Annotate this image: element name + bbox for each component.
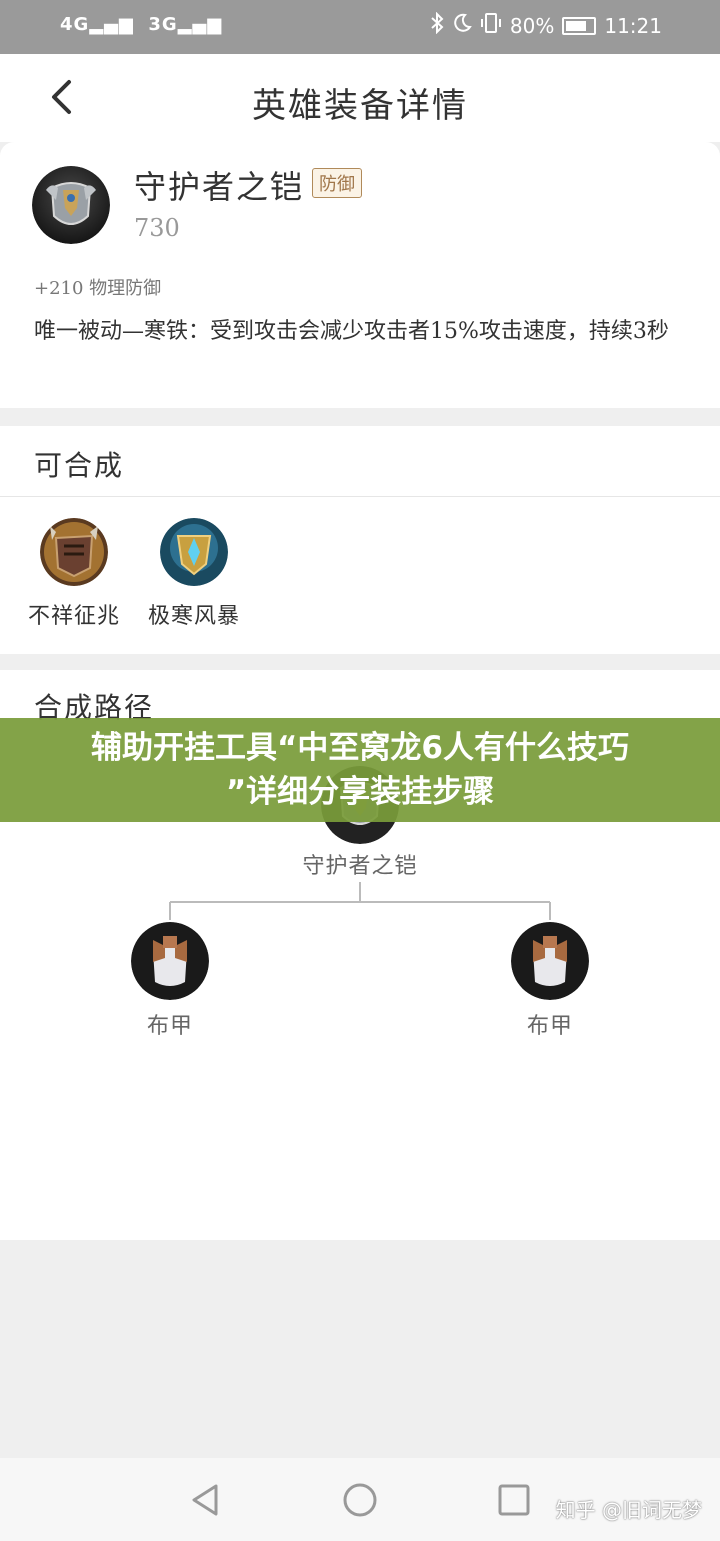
ominous-armor-icon — [40, 518, 108, 586]
path-child-label-1: 布甲 — [146, 1014, 193, 1039]
system-nav-bar: 知乎 @旧词无梦 — [0, 1458, 720, 1541]
item-description: 唯一被动—寒铁：受到攻击会减少攻击者15%攻击速度，持续3秒 — [34, 319, 669, 344]
armor-icon — [32, 166, 110, 244]
nav-recents-button[interactable] — [494, 1480, 534, 1520]
item-category-tag: 防御 — [312, 168, 362, 198]
signal-3g: 3G — [148, 14, 178, 35]
path-child-node-2[interactable] — [511, 922, 589, 1000]
app-header: 英雄装备详情 — [0, 54, 720, 142]
item-avatar — [32, 166, 110, 244]
bluetooth-icon — [430, 11, 444, 39]
synthesis-section: 可合成 不祥征兆 极寒风暴 — [0, 426, 720, 654]
cloth-armor-icon — [131, 922, 209, 1000]
synthesis-divider — [0, 496, 720, 497]
battery-percent: 80% — [509, 13, 555, 38]
item-price: 730 — [134, 214, 180, 242]
synth-item-buxiangzhengzhao[interactable]: 不祥征兆 — [19, 518, 129, 630]
overlay-title-banner: 辅助开挂工具“中至窝龙6人有什么技巧 ”详细分享装挂步骤 — [0, 718, 720, 822]
signal-bars-icon: ▂▄▆ — [89, 14, 134, 35]
triangle-back-icon — [192, 1484, 218, 1516]
watermark-text: 知乎 @旧词无梦 — [555, 1498, 702, 1522]
item-name: 守护者之铠 — [134, 168, 305, 206]
item-detail-card: 守护者之铠 防御 730 +210 物理防御 唯一被动—寒铁：受到攻击会减少攻击… — [0, 142, 720, 408]
vibrate-icon — [480, 12, 502, 39]
cloth-armor-icon — [511, 922, 589, 1000]
status-right: 80% 11:21 — [430, 11, 662, 39]
signal-indicators: 4G▂▄▆ 3G▂▄▆ — [60, 14, 222, 35]
path-child-label-2: 布甲 — [526, 1014, 573, 1039]
circle-home-icon — [343, 1483, 377, 1517]
banner-line-2: ”详细分享装挂步骤 — [225, 774, 495, 810]
item-stat: +210 物理防御 — [34, 278, 162, 299]
banner-line-1: 辅助开挂工具“中至窝龙6人有什么技巧 — [91, 730, 629, 766]
nav-back-button[interactable] — [186, 1480, 226, 1520]
page-title: 英雄装备详情 — [252, 86, 468, 126]
frost-storm-icon — [160, 518, 228, 586]
clock: 11:21 — [604, 13, 662, 38]
synth-item-label: 极寒风暴 — [147, 604, 240, 629]
synthesis-heading: 可合成 — [34, 449, 125, 482]
square-recents-icon — [498, 1484, 530, 1516]
moon-icon — [452, 13, 472, 38]
signal-4g: 4G — [60, 14, 90, 35]
synth-item-jihanfengbao[interactable]: 极寒风暴 — [139, 518, 249, 630]
status-bar: 4G▂▄▆ 3G▂▄▆ 80% 11:21 — [0, 0, 720, 54]
signal-bars-icon-2: ▂▄▆ — [177, 14, 223, 35]
battery-icon — [562, 16, 597, 35]
nav-home-button[interactable] — [340, 1480, 380, 1520]
synth-item-label: 不祥征兆 — [27, 604, 120, 629]
path-child-node-1[interactable] — [131, 922, 209, 1000]
